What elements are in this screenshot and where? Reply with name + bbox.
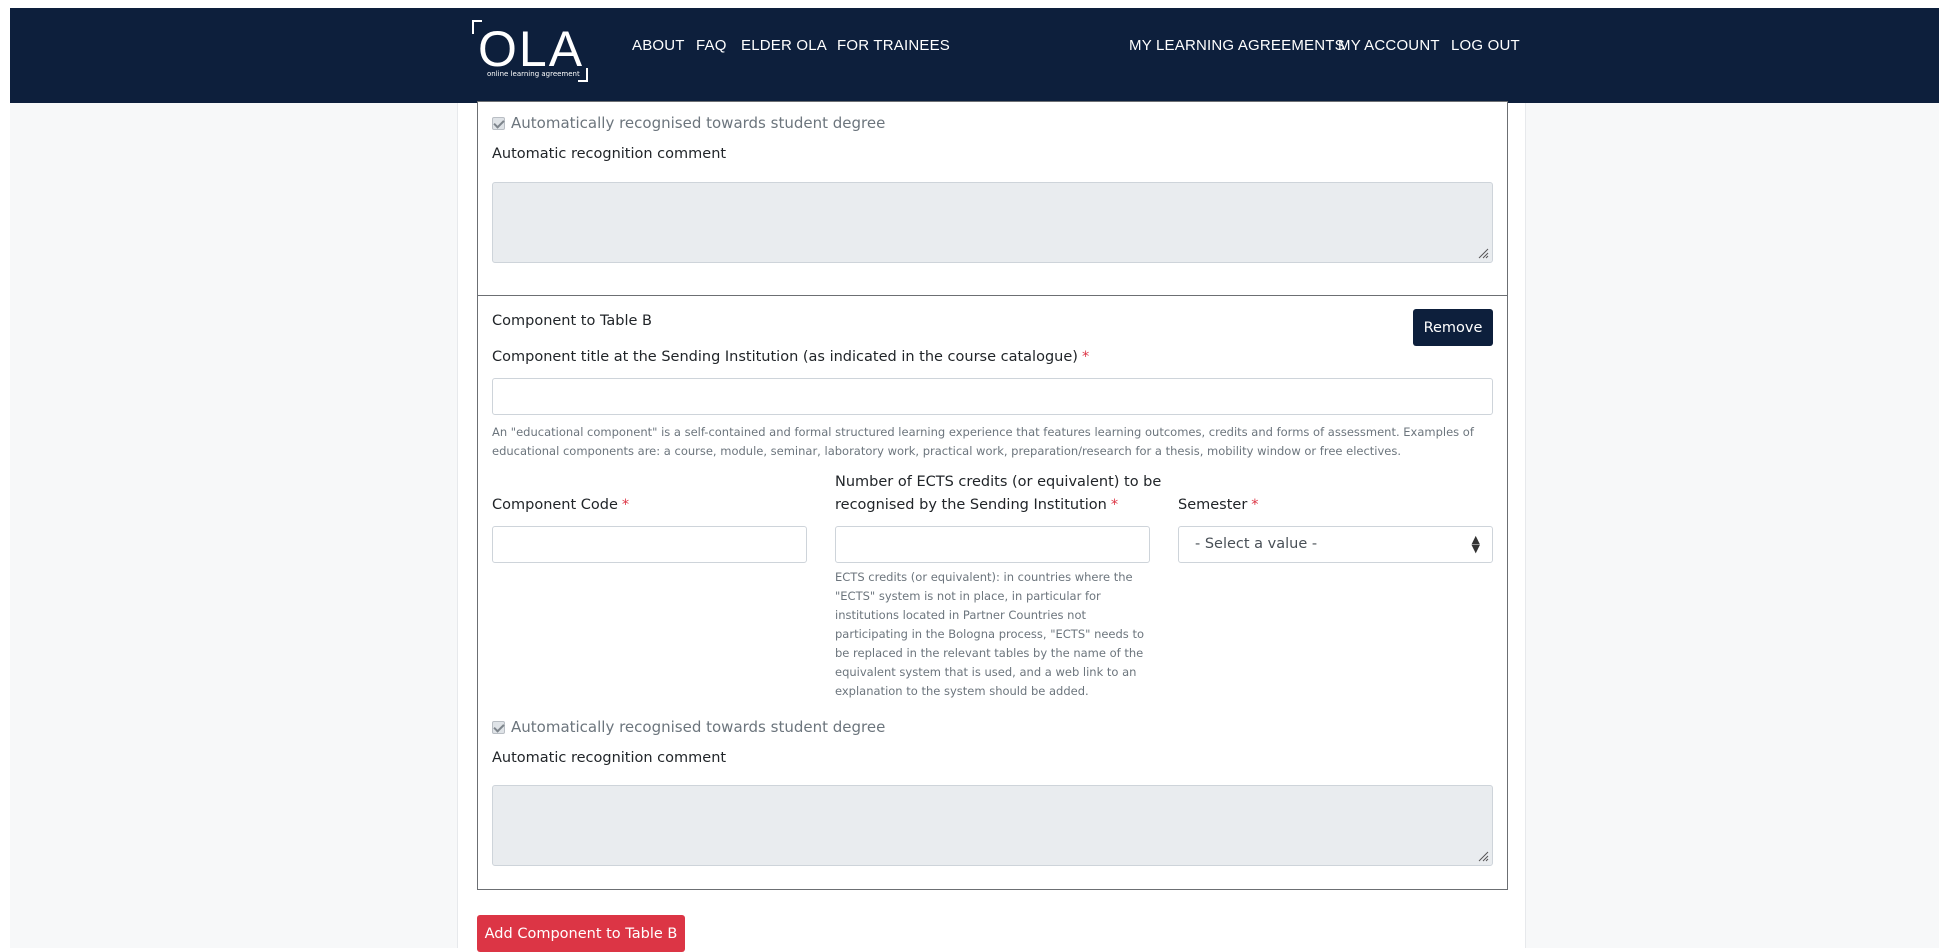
ects-help-line: institutions located in Partner Countrie… [835, 608, 1087, 622]
component-card-previous: Automatically recognised towards student… [477, 101, 1508, 296]
ects-credits-input[interactable] [835, 526, 1150, 563]
semester-label: Semester * [1178, 494, 1259, 517]
logo-text: OLA [478, 21, 585, 77]
ects-help-line: be replaced in the relevant tables by th… [835, 646, 1144, 660]
recognition-comment-textarea [492, 182, 1493, 263]
recognition-comment-textarea [492, 785, 1493, 866]
ects-help-line: participating in the Bologna process, "E… [835, 627, 1144, 641]
component-title-help-line: An "educational component" is a self-con… [492, 425, 1474, 439]
resize-handle-icon[interactable] [1477, 850, 1489, 862]
auto-recognised-label: Automatically recognised towards student… [511, 114, 886, 132]
component-title-help-line: educational components are: a course, mo… [492, 444, 1402, 458]
recognition-comment-label: Automatic recognition comment [492, 146, 727, 162]
auto-recognised-label: Automatically recognised towards student… [511, 718, 886, 736]
component-title-input[interactable] [492, 378, 1493, 415]
ects-credits-label-line1: Number of ECTS credits (or equivalent) t… [835, 474, 1162, 490]
ects-help-line: explanation to the system should be adde… [835, 684, 1089, 698]
required-mark: * [1110, 497, 1119, 513]
semester-select-value: - Select a value - [1195, 536, 1318, 552]
top-navbar: OLA online learning agreement ABOUT FAQ … [10, 8, 1939, 103]
main-content: Automatically recognised towards student… [457, 101, 1526, 952]
nav-log-out[interactable]: LOG OUT [1451, 37, 1520, 54]
required-mark: * [1251, 497, 1259, 513]
logo-subtitle: online learning agreement [487, 70, 580, 78]
component-code-label: Component Code * [492, 494, 629, 517]
ola-logo[interactable]: OLA online learning agreement [468, 18, 592, 88]
nav-for-trainees[interactable]: FOR TRAINEES [837, 37, 950, 54]
nav-elder-ola[interactable]: ELDER OLA [741, 37, 827, 54]
logo-bracket-bottom-right [578, 68, 588, 82]
component-title-label-text: Component title at the Sending Instituti… [492, 349, 1078, 365]
auto-recognised-checkbox[interactable] [492, 720, 505, 734]
ects-help-line: ECTS credits (or equivalent): in countri… [835, 570, 1133, 584]
component-title-label: Component title at the Sending Instituti… [492, 346, 1089, 369]
component-title-help: An "educational component" is a self-con… [492, 423, 1502, 461]
ects-help-line: equivalent system that is used, and a we… [835, 665, 1137, 679]
semester-label-text: Semester [1178, 497, 1248, 513]
component-card-table-b: Component to Table B Remove Component ti… [477, 295, 1508, 890]
remove-button[interactable]: Remove [1413, 309, 1493, 346]
auto-recognised-row: Automatically recognised towards student… [492, 114, 885, 132]
semester-select[interactable]: - Select a value - ▲ ▼ [1178, 526, 1493, 563]
ects-credits-label: Number of ECTS credits (or equivalent) t… [835, 471, 1161, 517]
ects-help-line: "ECTS" system is not in place, in partic… [835, 589, 1101, 603]
nav-about[interactable]: ABOUT [632, 37, 685, 54]
recognition-comment-label: Automatic recognition comment [492, 750, 727, 766]
required-mark: * [1081, 349, 1090, 365]
add-component-table-b-button[interactable]: Add Component to Table B [477, 915, 685, 952]
resize-handle-icon[interactable] [1477, 247, 1489, 259]
component-code-label-text: Component Code [492, 497, 618, 513]
ects-credits-label-line2: recognised by the Sending Institution [835, 497, 1107, 513]
select-caret-icon: ▲ ▼ [1471, 533, 1480, 555]
nav-faq[interactable]: FAQ [696, 37, 727, 54]
auto-recognised-row: Automatically recognised towards student… [492, 718, 885, 736]
nav-my-learning-agreements[interactable]: MY LEARNING AGREEMENTS [1129, 37, 1345, 54]
component-heading: Component to Table B [492, 313, 653, 329]
nav-my-account[interactable]: MY ACCOUNT [1338, 37, 1440, 54]
ects-credits-help: ECTS credits (or equivalent): in countri… [835, 568, 1155, 701]
auto-recognised-checkbox[interactable] [492, 116, 505, 130]
component-code-input[interactable] [492, 526, 807, 563]
required-mark: * [621, 497, 630, 513]
page-frame: OLA online learning agreement ABOUT FAQ … [10, 8, 1939, 952]
